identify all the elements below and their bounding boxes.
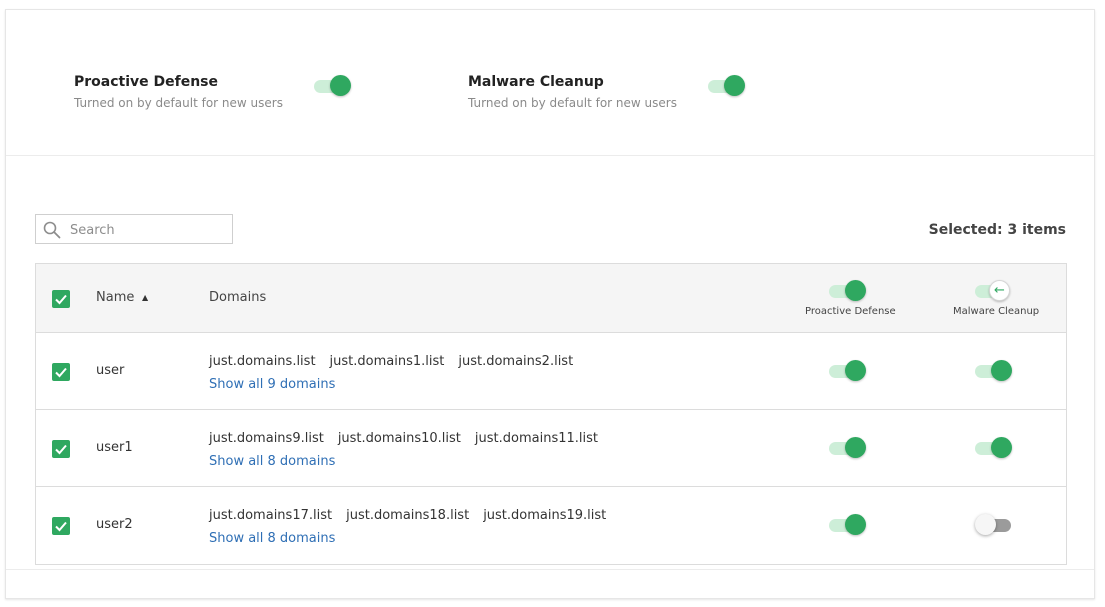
row-malware-cleanup-toggle[interactable] bbox=[975, 437, 1013, 459]
proactive-defense-setting: Proactive Defense Turned on by default f… bbox=[74, 74, 283, 110]
column-header-name[interactable]: Name bbox=[96, 290, 134, 305]
row-malware-cleanup-toggle[interactable] bbox=[975, 514, 1013, 536]
domain-list: just.domains9.list just.domains10.list jus… bbox=[209, 431, 612, 446]
proactive-defense-all-toggle[interactable] bbox=[829, 280, 867, 302]
selected-count: Selected: 3 items bbox=[928, 222, 1066, 238]
domain-item: just.domains.list bbox=[209, 354, 316, 369]
proactive-defense-subtitle: Turned on by default for new users bbox=[74, 96, 283, 110]
domain-item: just.domains10.list bbox=[337, 431, 461, 446]
domain-item: just.domains17.list bbox=[209, 508, 333, 523]
toggle-knob bbox=[975, 514, 996, 535]
domain-item: just.domains11.list bbox=[474, 431, 598, 446]
proactive-defense-default-toggle[interactable] bbox=[314, 75, 352, 97]
row-proactive-defense-toggle[interactable] bbox=[829, 437, 867, 459]
row-proactive-defense-toggle[interactable] bbox=[829, 514, 867, 536]
table-row: user2 just.domains17.list just.domains18.… bbox=[36, 487, 1066, 564]
select-all-checkbox[interactable] bbox=[52, 290, 70, 308]
arrow-left-icon: ← bbox=[994, 283, 1005, 298]
malware-cleanup-all-toggle[interactable]: ← bbox=[975, 280, 1013, 302]
toggle-knob bbox=[330, 75, 351, 96]
default-settings-section: Proactive Defense Turned on by default f… bbox=[6, 10, 1094, 156]
table-row: user1 just.domains9.list just.domains10.l… bbox=[36, 410, 1066, 487]
domain-item: just.domains19.list bbox=[483, 508, 607, 523]
user-name: user2 bbox=[96, 517, 133, 532]
show-all-domains-link[interactable]: Show all 8 domains bbox=[209, 531, 335, 546]
domain-list: just.domains.list just.domains1.list just.… bbox=[209, 354, 587, 369]
malware-cleanup-subtitle: Turned on by default for new users bbox=[468, 96, 677, 110]
toggle-knob bbox=[845, 280, 866, 301]
domain-item: just.domains18.list bbox=[346, 508, 470, 523]
row-malware-cleanup-toggle[interactable] bbox=[975, 360, 1013, 382]
domain-item: just.domains2.list bbox=[458, 354, 574, 369]
domain-item: just.domains1.list bbox=[329, 354, 445, 369]
column-header-domains: Domains bbox=[209, 290, 267, 305]
check-icon bbox=[55, 367, 67, 378]
sort-ascending-icon[interactable]: ▲ bbox=[142, 293, 148, 302]
malware-cleanup-title: Malware Cleanup bbox=[468, 74, 604, 90]
column-header-proactive-defense: Proactive Defense bbox=[805, 306, 896, 317]
user-name: user bbox=[96, 363, 125, 378]
check-icon bbox=[55, 521, 67, 532]
domain-item: just.domains9.list bbox=[209, 431, 324, 446]
check-icon bbox=[55, 294, 67, 305]
divider bbox=[6, 569, 1094, 570]
user-name: user1 bbox=[96, 440, 133, 455]
domain-list: just.domains17.list just.domains18.list ju… bbox=[209, 508, 620, 523]
row-checkbox[interactable] bbox=[52, 440, 70, 458]
toggle-knob bbox=[991, 437, 1012, 458]
toggle-knob: ← bbox=[989, 280, 1010, 301]
search-box[interactable] bbox=[35, 214, 233, 244]
table-row: user just.domains.list just.domains1.list… bbox=[36, 333, 1066, 410]
show-all-domains-link[interactable]: Show all 8 domains bbox=[209, 454, 335, 469]
toggle-knob bbox=[845, 514, 866, 535]
row-proactive-defense-toggle[interactable] bbox=[829, 360, 867, 382]
malware-cleanup-setting: Malware Cleanup Turned on by default for… bbox=[468, 74, 677, 110]
proactive-defense-title: Proactive Defense bbox=[74, 74, 219, 90]
toggle-knob bbox=[845, 437, 866, 458]
toggle-knob bbox=[845, 360, 866, 381]
row-checkbox[interactable] bbox=[52, 517, 70, 535]
column-header-malware-cleanup: Malware Cleanup bbox=[953, 306, 1040, 317]
toggle-knob bbox=[724, 75, 745, 96]
toggle-knob bbox=[991, 360, 1012, 381]
show-all-domains-link[interactable]: Show all 9 domains bbox=[209, 377, 335, 392]
search-icon bbox=[43, 221, 61, 239]
users-table: Name ▲ Domains Proactive Defense ← Malwa… bbox=[35, 263, 1067, 565]
row-checkbox[interactable] bbox=[52, 363, 70, 381]
table-header: Name ▲ Domains Proactive Defense ← Malwa… bbox=[36, 264, 1066, 333]
check-icon bbox=[55, 444, 67, 455]
settings-card: Proactive Defense Turned on by default f… bbox=[5, 9, 1095, 599]
malware-cleanup-default-toggle[interactable] bbox=[708, 75, 746, 97]
search-input[interactable] bbox=[68, 219, 227, 241]
